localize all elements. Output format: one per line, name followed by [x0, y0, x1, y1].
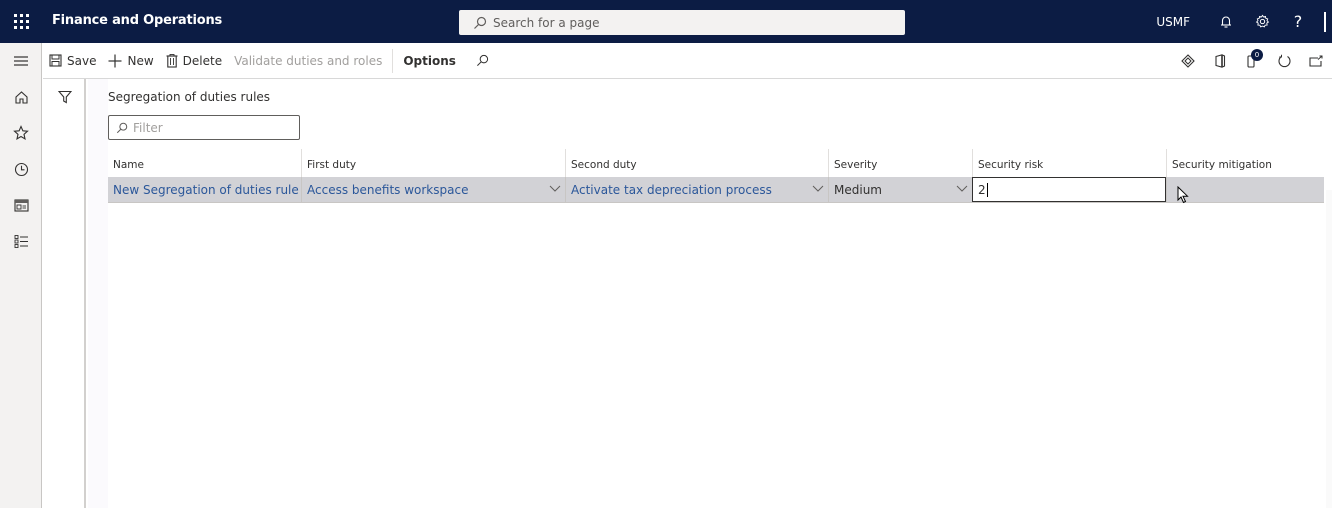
- chevron-down-icon[interactable]: [549, 185, 561, 193]
- top-bar: Finance and Operations Search for a page…: [0, 0, 1332, 43]
- hamburger-icon: [14, 56, 28, 66]
- action-search-button[interactable]: [462, 43, 500, 79]
- cell-second-duty[interactable]: Activate tax depreciation process: [565, 177, 828, 202]
- show-filters-button[interactable]: [43, 79, 86, 115]
- cell-security-mitigation[interactable]: [1166, 177, 1324, 202]
- column-header-second-duty[interactable]: Second duty: [565, 149, 828, 177]
- text-caret: [986, 182, 988, 197]
- severity-value: Medium: [834, 182, 882, 197]
- attachments-button[interactable]: 0: [1236, 43, 1268, 79]
- workspaces-icon: [13, 198, 29, 212]
- nav-expand-button[interactable]: [0, 43, 42, 79]
- save-button[interactable]: Save: [43, 43, 102, 79]
- notifications-button[interactable]: [1208, 0, 1244, 43]
- grid-header-row: Name First duty Second duty Severity Sec…: [108, 149, 1324, 177]
- power-apps-icon: [1181, 54, 1195, 68]
- open-new-window-button[interactable]: [1300, 43, 1332, 79]
- cell-severity[interactable]: Medium: [828, 177, 972, 202]
- refresh-button[interactable]: [1268, 43, 1300, 79]
- recent-icon: [14, 162, 28, 176]
- help-button[interactable]: ?: [1280, 0, 1316, 43]
- first-duty-value: Access benefits workspace: [307, 182, 469, 197]
- nav-modules[interactable]: [0, 223, 42, 259]
- table-row[interactable]: New Segregation of duties rule 5 Access …: [108, 177, 1324, 203]
- refresh-icon: [1277, 54, 1291, 67]
- page-title: Segregation of duties rules: [108, 90, 271, 104]
- nav-home[interactable]: [0, 79, 42, 115]
- search-icon: [474, 16, 487, 29]
- filter-icon: [57, 90, 72, 104]
- home-icon: [14, 90, 28, 104]
- filter-placeholder: Filter: [133, 120, 163, 135]
- nav-recent[interactable]: [0, 151, 42, 187]
- vertical-scrollbar[interactable]: [1326, 190, 1332, 508]
- company-picker[interactable]: USMF: [1156, 15, 1190, 29]
- attachments-count-badge: 0: [1251, 49, 1263, 61]
- cell-name[interactable]: New Segregation of duties rule 5: [108, 177, 301, 202]
- options-tab[interactable]: Options: [397, 43, 462, 79]
- column-header-first-duty[interactable]: First duty: [301, 149, 565, 177]
- filter-pane: [43, 79, 86, 508]
- open-new-window-icon: [1309, 55, 1323, 67]
- action-pane: Save New Delete Validate duties and role…: [43, 43, 1332, 79]
- favorites-icon: [13, 125, 29, 141]
- bell-icon: [1221, 15, 1231, 28]
- cell-first-duty[interactable]: Access benefits workspace: [301, 177, 565, 202]
- search-placeholder: Search for a page: [493, 15, 600, 30]
- app-launcher-button[interactable]: [0, 0, 43, 43]
- search-icon: [116, 122, 128, 133]
- security-risk-value: 2: [978, 182, 986, 197]
- second-duty-value: Activate tax depreciation process: [571, 182, 772, 197]
- left-navigation: [0, 43, 42, 508]
- search-page-input[interactable]: Search for a page: [459, 10, 905, 35]
- column-header-severity[interactable]: Severity: [828, 149, 972, 177]
- delete-label: Delete: [182, 53, 223, 68]
- gear-icon: [1255, 14, 1269, 28]
- app-title: Finance and Operations: [52, 13, 223, 28]
- power-apps-button[interactable]: [1172, 43, 1204, 79]
- mouse-pointer-icon: [1177, 186, 1189, 204]
- save-label: Save: [67, 53, 97, 68]
- plus-icon: [108, 54, 122, 67]
- validate-duties-roles-button[interactable]: Validate duties and roles: [228, 43, 388, 79]
- nav-favorites[interactable]: [0, 115, 42, 151]
- action-pane-right: 0: [1172, 43, 1332, 79]
- main-content: Segregation of duties rules Filter Name …: [108, 79, 1332, 508]
- separator: [392, 48, 394, 73]
- office-button[interactable]: [1204, 43, 1236, 79]
- waffle-icon: [14, 14, 29, 29]
- user-avatar-edge[interactable]: [1324, 11, 1332, 32]
- column-header-name[interactable]: Name: [108, 149, 301, 177]
- grid-filter-input[interactable]: Filter: [108, 115, 300, 140]
- security-risk-input[interactable]: 2: [972, 177, 1166, 202]
- modules-icon: [14, 234, 28, 248]
- nav-workspaces[interactable]: [0, 187, 42, 223]
- chevron-down-icon[interactable]: [956, 185, 968, 193]
- column-header-security-mitigation[interactable]: Security mitigation: [1166, 149, 1324, 177]
- column-header-security-risk[interactable]: Security risk: [972, 149, 1166, 177]
- content-margin: [88, 79, 108, 508]
- settings-button[interactable]: [1244, 0, 1280, 43]
- office-icon: [1215, 54, 1226, 68]
- help-icon: ?: [1293, 12, 1303, 31]
- trash-icon: [166, 53, 178, 68]
- delete-button[interactable]: Delete: [160, 43, 228, 79]
- rules-grid: Name First duty Second duty Severity Sec…: [108, 149, 1324, 203]
- chevron-down-icon[interactable]: [812, 185, 824, 193]
- top-right-controls: USMF ?: [1156, 0, 1332, 43]
- new-button[interactable]: New: [102, 43, 159, 79]
- new-label: New: [127, 53, 154, 68]
- save-icon: [49, 54, 62, 67]
- search-icon: [476, 54, 489, 66]
